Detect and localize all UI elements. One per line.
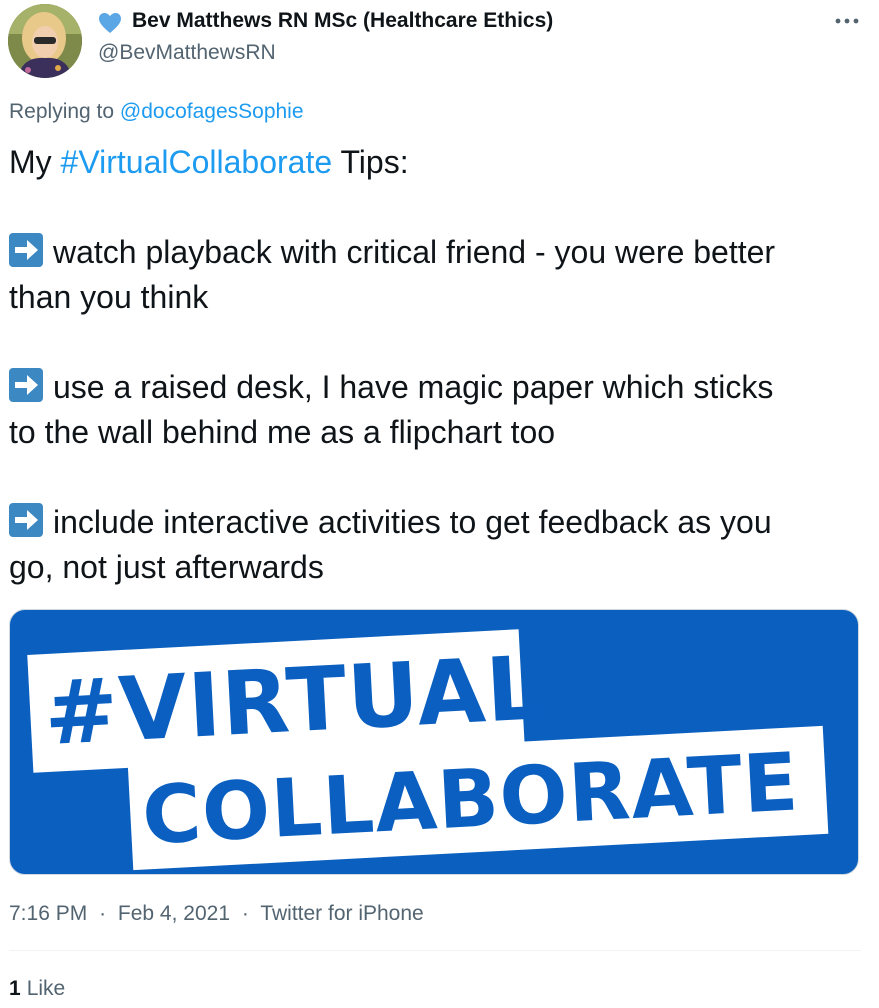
meta-separator: · <box>241 902 249 925</box>
tweet-intro: My #VirtualCollaborate Tips: <box>9 140 869 185</box>
tip-3-line-1: include interactive activities to get fe… <box>53 504 772 540</box>
tweet-image[interactable]: #VIRTUAL COLLABORATE <box>9 609 859 875</box>
right-arrow-emoji-icon <box>9 233 43 267</box>
reply-mention-link[interactable]: @docofagesSophie <box>120 100 304 123</box>
meta-separator: · <box>99 902 107 925</box>
tip-1-line-2: than you think <box>9 279 209 315</box>
likes-stat[interactable]: 1 Like <box>9 977 65 1001</box>
tip-2-line-2: to the wall behind me as a flipchart too <box>9 414 556 450</box>
replying-to-label: Replying to <box>9 100 115 123</box>
intro-suffix: Tips: <box>340 144 409 180</box>
tip-2: use a raised desk, I have magic paper wh… <box>9 365 869 455</box>
hashtag-link[interactable]: #VirtualCollaborate <box>61 144 333 180</box>
likes-label: Like <box>26 977 66 1000</box>
tweet-text: My #VirtualCollaborate Tips: watch playb… <box>9 140 869 590</box>
blue-heart-icon <box>99 13 121 33</box>
right-arrow-emoji-icon <box>9 503 43 537</box>
avatar-photo <box>8 4 82 78</box>
likes-count: 1 <box>9 977 21 1000</box>
tweet-meta: 7:16 PM · Feb 4, 2021 · Twitter for iPho… <box>9 902 424 926</box>
more-options-icon[interactable] <box>832 8 862 34</box>
avatar[interactable] <box>8 4 82 78</box>
tip-1-line-1: watch playback with critical friend - yo… <box>53 234 776 270</box>
tip-1: watch playback with critical friend - yo… <box>9 230 869 320</box>
author-display-name[interactable]: Bev Matthews RN MSc (Healthcare Ethics) <box>132 9 553 33</box>
author-handle[interactable]: @BevMatthewsRN <box>98 41 276 65</box>
tip-3: include interactive activities to get fe… <box>9 500 869 590</box>
tweet-date[interactable]: Feb 4, 2021 <box>118 902 230 925</box>
tweet-time[interactable]: 7:16 PM <box>9 902 87 925</box>
tweet-source[interactable]: Twitter for iPhone <box>260 902 423 925</box>
divider <box>9 950 861 951</box>
intro-prefix: My <box>9 144 52 180</box>
tweet-header: Bev Matthews RN MSc (Healthcare Ethics) … <box>0 0 879 90</box>
tip-2-line-1: use a raised desk, I have magic paper wh… <box>53 369 774 405</box>
replying-to-line: Replying to @docofagesSophie <box>9 100 304 124</box>
tip-3-line-2: go, not just afterwards <box>9 549 324 585</box>
tweet-card: Bev Matthews RN MSc (Healthcare Ethics) … <box>0 0 879 1008</box>
right-arrow-emoji-icon <box>9 368 43 402</box>
